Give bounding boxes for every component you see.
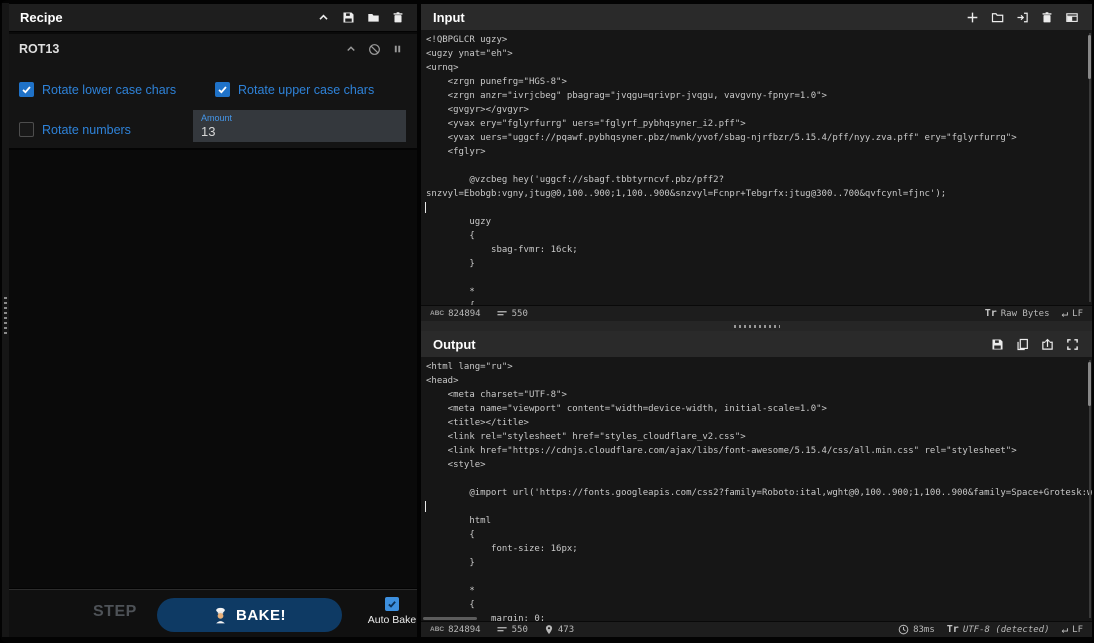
char-count-icon: ABC [430,626,444,633]
add-input-icon[interactable] [966,11,979,24]
step-button[interactable]: STEP [93,603,137,621]
output-textarea: <html lang="ru"> <head> <meta charset="U… [421,357,1092,621]
arg-label-rotate-upper: Rotate upper case chars [238,83,374,97]
input-text[interactable]: <!QBPGLCR ugzy> <ugzy ynat="eh"> <urnq> … [421,30,1092,305]
chef-icon [213,607,228,624]
char-count-icon: ABC [430,310,444,317]
output-cursor [425,501,426,512]
checkbox-rotate-numbers[interactable] [19,122,34,137]
checkbox-rotate-upper[interactable] [215,82,230,97]
input-textarea[interactable]: <!QBPGLCR ugzy> <ugzy ynat="eh"> <urnq> … [421,30,1092,305]
splitter-grip-icon [734,325,780,328]
output-char-count: ABC 824894 [430,625,481,635]
input-char-count: ABC 824894 [430,309,481,319]
output-encoding[interactable]: Tr UTF-8 (detected) [947,624,1050,635]
operation-title: ROT13 [19,42,59,56]
copy-output-icon[interactable] [1016,338,1029,351]
clear-input-icon[interactable] [1041,11,1053,24]
input-line-count: 550 [497,308,528,319]
io-splitter[interactable] [421,321,1092,331]
amount-label: Amount [201,113,406,123]
checkbox-rotate-lower[interactable] [19,82,34,97]
output-header: Output [421,331,1092,357]
recipe-list: ROT13 Rotate lower case chars Rotate upp… [9,32,417,588]
clear-recipe-icon[interactable] [392,11,404,24]
arg-label-rotate-lower: Rotate lower case chars [42,83,176,97]
output-status-bar: ABC 824894 550 473 83ms Tr UTF-8 (detect… [421,621,1092,637]
open-folder-icon[interactable] [991,11,1004,24]
recipe-header: Recipe [9,4,417,31]
save-output-icon[interactable] [991,338,1004,351]
auto-bake-label: Auto Bake [367,614,417,626]
bake-label: BAKE! [236,607,286,624]
output-eol[interactable]: ↵ LF [1062,623,1083,636]
load-recipe-icon[interactable] [367,11,380,24]
input-tabs-icon[interactable] [1065,11,1079,24]
output-text: <html lang="ru"> <head> <meta charset="U… [421,357,1092,621]
line-count-icon [497,624,508,635]
output-cursor-position: 473 [544,624,574,635]
breakpoint-pause-icon[interactable] [392,43,403,55]
replace-input-icon[interactable] [1041,338,1054,351]
eol-icon: ↵ [1062,623,1069,636]
cyberchef-app: Recipe ROT13 Rotate lower case chars [0,0,1094,643]
open-file-icon[interactable] [1016,11,1029,24]
input-eol[interactable]: ↵ LF [1062,307,1083,320]
amount-input[interactable]: 13 [201,124,406,139]
input-header: Input [421,4,1092,30]
disable-operation-icon[interactable] [368,43,381,56]
operations-panel-splitter[interactable] [2,3,9,637]
output-hscrollbar-thumb[interactable] [423,617,477,620]
auto-bake-toggle[interactable]: Auto Bake [367,597,417,626]
bake-button[interactable]: BAKE! [157,598,342,632]
collapse-recipe-icon[interactable] [317,11,330,24]
splitter-grip-icon [4,297,7,335]
recipe-title: Recipe [9,10,63,25]
save-recipe-icon[interactable] [342,11,355,24]
bake-time: 83ms [898,624,935,635]
controls-bar: STEP BAKE! Auto Bake [9,589,417,637]
operation-rot13[interactable]: ROT13 Rotate lower case chars Rotate upp… [9,34,417,150]
input-encoding[interactable]: Tr Raw Bytes [985,308,1050,319]
arg-label-rotate-numbers: Rotate numbers [42,123,131,137]
input-scrollbar-thumb[interactable] [1088,35,1091,79]
arg-rotate-upper[interactable]: Rotate upper case chars [215,82,374,97]
eol-icon: ↵ [1062,307,1069,320]
amount-field[interactable]: Amount 13 [193,110,406,142]
char-encoding-icon: Tr [985,308,997,319]
char-encoding-icon: Tr [947,624,959,635]
input-title: Input [421,10,465,25]
clock-icon [898,624,909,635]
location-pin-icon [544,624,554,635]
maximize-output-icon[interactable] [1066,338,1079,351]
input-cursor [425,202,426,213]
output-scrollbar-thumb[interactable] [1088,362,1091,406]
output-line-count: 550 [497,624,528,635]
output-title: Output [421,337,476,352]
line-count-icon [497,308,508,319]
arg-rotate-numbers[interactable]: Rotate numbers [19,122,131,137]
input-status-bar: ABC 824894 550 Tr Raw Bytes ↵ LF [421,305,1092,321]
auto-bake-checkbox[interactable] [385,597,399,611]
arg-rotate-lower[interactable]: Rotate lower case chars [19,82,176,97]
collapse-operation-icon[interactable] [345,43,357,55]
